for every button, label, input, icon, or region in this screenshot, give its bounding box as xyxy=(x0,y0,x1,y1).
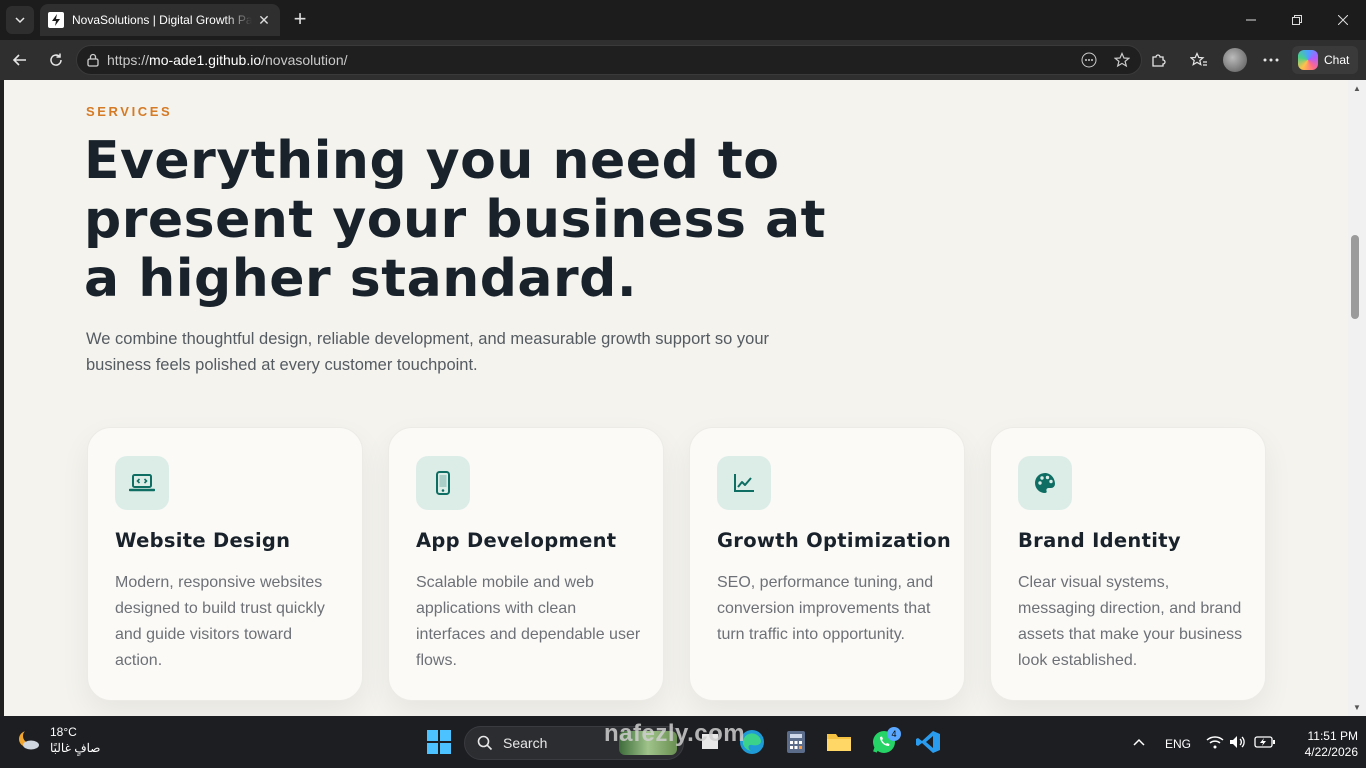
mobile-icon xyxy=(416,456,470,510)
wifi-icon xyxy=(1206,736,1224,749)
battery-charging-icon xyxy=(1254,736,1275,748)
refresh-icon xyxy=(50,53,62,66)
service-card-description: Modern, responsive websites designed to … xyxy=(115,574,325,669)
file-explorer-taskbar-button[interactable] xyxy=(824,727,854,757)
vscode-icon xyxy=(916,731,940,753)
arrow-left-icon xyxy=(12,54,26,66)
ellipsis-icon xyxy=(1263,58,1279,62)
puzzle-icon xyxy=(1152,54,1166,67)
new-tab-button[interactable]: + xyxy=(288,8,312,32)
more-dots-circle-icon xyxy=(1081,52,1097,68)
laptop-code-icon xyxy=(115,456,169,510)
whatsapp-notification-badge: 4 xyxy=(887,727,901,741)
weather-condition-text: صافٍ غالبًا xyxy=(50,741,101,755)
start-button[interactable] xyxy=(424,727,454,757)
copilot-chat-button[interactable]: Chat xyxy=(1292,46,1358,74)
service-card-description: Clear visual systems, messaging directio… xyxy=(1018,574,1243,669)
browser-titlebar: NovaSolutions | Digital Growth Partner ✕… xyxy=(0,0,1366,40)
minimize-icon xyxy=(1246,19,1256,21)
vscode-taskbar-button[interactable] xyxy=(913,727,943,757)
bolt-favicon-icon xyxy=(48,12,64,28)
windows-logo-icon xyxy=(427,730,451,754)
back-button[interactable] xyxy=(6,46,34,74)
partly-cloudy-night-icon xyxy=(19,729,39,750)
url-path: /novasolution/ xyxy=(261,52,348,68)
chat-label: Chat xyxy=(1324,53,1350,67)
profile-avatar[interactable] xyxy=(1221,46,1249,74)
restore-button[interactable] xyxy=(1274,0,1320,40)
copilot-icon xyxy=(1298,50,1318,70)
favorites-button[interactable] xyxy=(1185,46,1213,74)
section-eyebrow: SERVICES xyxy=(86,104,173,119)
restore-icon xyxy=(1292,15,1302,25)
calculator-icon xyxy=(787,731,805,753)
tab-close-icon[interactable]: ✕ xyxy=(256,12,272,29)
lock-icon xyxy=(87,53,99,67)
service-card-title: Growth Optimization xyxy=(717,529,952,552)
clock-date: 4/22/2026 xyxy=(1304,745,1358,759)
service-card-growth-optimization[interactable]: Growth Optimization SEO, performance tun… xyxy=(689,427,965,701)
page-scrollbar[interactable] xyxy=(1348,80,1366,716)
watermark-text: nafezly.com xyxy=(604,720,746,747)
url-text: https://mo-ade1.github.io/novasolution/ xyxy=(107,52,348,68)
browser-tab-active[interactable]: NovaSolutions | Digital Growth Partner ✕ xyxy=(40,4,280,36)
section-description: We combine thoughtful design, reliable d… xyxy=(86,330,770,374)
minimize-button[interactable] xyxy=(1228,0,1274,40)
speaker-icon xyxy=(1230,736,1245,748)
tab-actions-menu-button[interactable] xyxy=(6,6,34,34)
service-card-title: App Development xyxy=(416,529,617,552)
folder-icon xyxy=(827,734,851,751)
page-viewport: SERVICES Everything you need to present … xyxy=(4,80,1348,716)
calculator-taskbar-button[interactable] xyxy=(781,727,811,757)
section-headline: Everything you need to present your busi… xyxy=(84,131,826,309)
refresh-button[interactable] xyxy=(42,46,70,74)
service-card-title: Website Design xyxy=(115,529,291,552)
reading-view-button[interactable] xyxy=(1075,46,1103,74)
close-icon xyxy=(1338,15,1348,25)
scrollbar-thumb[interactable] xyxy=(1351,235,1359,319)
battery-button[interactable] xyxy=(1250,727,1280,757)
close-window-button[interactable] xyxy=(1320,0,1366,40)
clock-time: 11:51 PM xyxy=(1307,729,1358,743)
palette-icon xyxy=(1018,456,1072,510)
chevron-up-icon xyxy=(1133,738,1145,746)
favorite-button[interactable] xyxy=(1108,46,1136,74)
search-label: Search xyxy=(503,735,548,751)
favorites-star-list-icon xyxy=(1190,52,1207,66)
extensions-button[interactable] xyxy=(1144,46,1172,74)
service-card-brand-identity[interactable]: Brand Identity Clear visual systems, mes… xyxy=(990,427,1266,701)
url-scheme: https:// xyxy=(107,52,150,68)
service-card-description: Scalable mobile and web applications wit… xyxy=(416,574,641,669)
service-card-description: SEO, performance tuning, and conversion … xyxy=(717,574,934,643)
weather-widget[interactable]: 18°C صافٍ غالبًا xyxy=(16,724,100,756)
star-icon xyxy=(1114,52,1130,68)
browser-toolbar: https://mo-ade1.github.io/novasolution/ … xyxy=(0,40,1366,80)
scroll-down-arrow-icon[interactable]: ▼ xyxy=(1351,703,1363,713)
volume-button[interactable] xyxy=(1223,727,1253,757)
service-card-app-development[interactable]: App Development Scalable mobile and web … xyxy=(388,427,664,701)
avatar-icon xyxy=(1223,48,1247,72)
service-card-title: Brand Identity xyxy=(1018,529,1181,552)
search-icon xyxy=(477,735,493,751)
service-card-website-design[interactable]: Website Design Modern, responsive websit… xyxy=(87,427,363,701)
url-host: mo-ade1.github.io xyxy=(149,52,262,68)
settings-more-button[interactable] xyxy=(1257,46,1285,74)
show-hidden-icons-button[interactable] xyxy=(1124,727,1154,757)
scroll-up-arrow-icon[interactable]: ▲ xyxy=(1351,84,1363,94)
tab-title: NovaSolutions | Digital Growth Partner xyxy=(72,13,252,27)
input-language-indicator[interactable]: ENG xyxy=(1165,737,1191,751)
address-bar[interactable]: https://mo-ade1.github.io/novasolution/ xyxy=(76,45,1142,75)
system-clock[interactable]: 11:51 PM 4/22/2026 xyxy=(1286,728,1358,760)
chart-line-icon xyxy=(717,456,771,510)
chevron-down-icon xyxy=(15,17,25,24)
temperature-text: 18°C xyxy=(50,725,77,739)
